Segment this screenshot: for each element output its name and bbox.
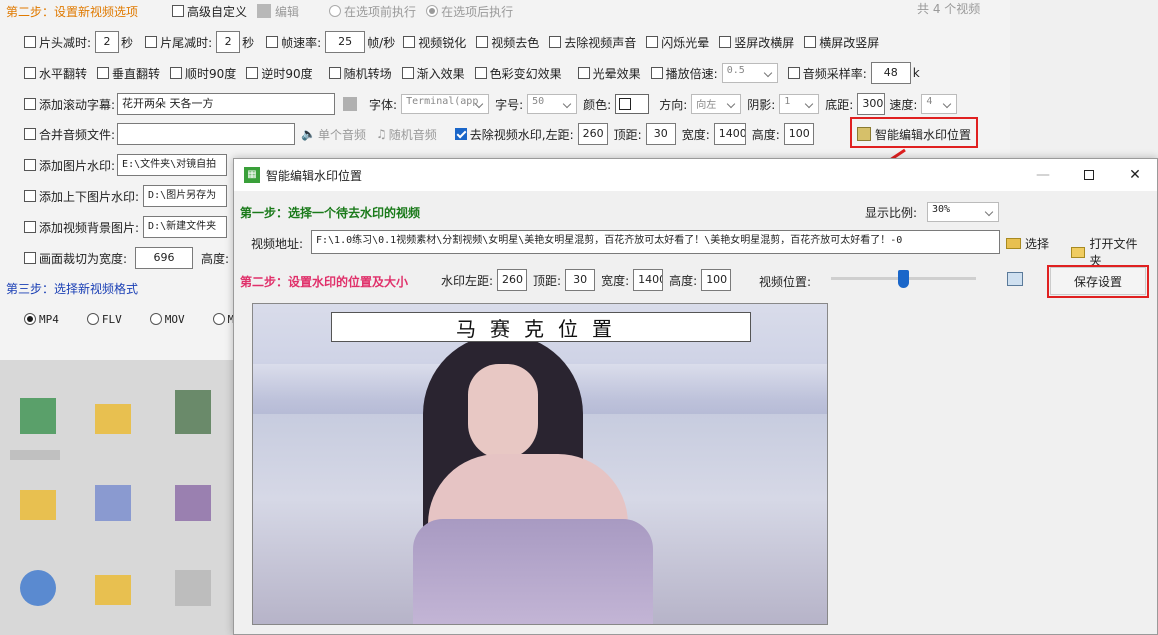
mosaic-position-box[interactable]: 马赛克位置: [331, 312, 751, 342]
smart-watermark-dialog: ▦ 智能编辑水印位置 — ✕ 第一步：选择一个待去水印的视频 显示比例: 30%…: [233, 158, 1158, 635]
close-icon: ✕: [1129, 167, 1141, 183]
dialog-step2-title: 第二步：设置水印的位置及大小: [240, 275, 409, 289]
wm-height-label: 高度:: [669, 273, 698, 288]
screenshot-icon[interactable]: [1007, 272, 1023, 286]
ratio-label: 显示比例:: [865, 206, 918, 220]
dlg-wm-height-input[interactable]: 100: [701, 269, 732, 291]
choose-video-button[interactable]: 选择: [1006, 235, 1049, 252]
video-address-label: 视频地址:: [251, 237, 304, 251]
folder-icon: [1071, 246, 1086, 258]
person-face: [468, 364, 538, 459]
video-position-thumb[interactable]: [898, 270, 909, 288]
ratio-select[interactable]: 30%: [927, 202, 999, 222]
app-logo-icon: ▦: [244, 167, 260, 183]
highlight-box-save: [1047, 265, 1149, 298]
close-button[interactable]: ✕: [1112, 159, 1158, 191]
person-dress: [413, 519, 653, 624]
choose-label: 选择: [1025, 237, 1050, 251]
mosaic-position-text: 马赛克位置: [456, 316, 626, 341]
dlg-wm-width-input[interactable]: 1400: [633, 269, 664, 291]
open-folder-label: 打开文件夹: [1089, 237, 1138, 268]
maximize-button[interactable]: [1066, 159, 1112, 191]
dlg-wm-left-input[interactable]: 260: [497, 269, 528, 291]
video-preview[interactable]: 马赛克位置: [252, 303, 828, 625]
wm-width-label: 宽度:: [601, 273, 630, 288]
maximize-icon: [1084, 170, 1094, 180]
open-folder-button[interactable]: 打开文件夹: [1071, 235, 1147, 269]
dialog-title: 智能编辑水印位置: [266, 168, 363, 183]
wm-left-label: 水印左距:: [441, 273, 494, 288]
video-address-input[interactable]: F:\1.0练习\0.1视频素材\分割视频\女明星\美艳女明星混剪，百花齐放可太…: [311, 230, 1000, 254]
video-position-label: 视频位置:: [759, 275, 812, 289]
minimize-button[interactable]: —: [1020, 159, 1066, 191]
dlg-wm-top-input[interactable]: 30: [565, 269, 596, 291]
wm-top-label: 顶距:: [533, 273, 562, 288]
watermark-params-row: 水印左距: 260 顶距: 30 宽度: 1400 高度: 100: [439, 267, 732, 293]
dialog-step1-title: 第一步：选择一个待去水印的视频: [240, 206, 421, 220]
folder-search-icon: [1006, 238, 1021, 249]
dialog-titlebar: ▦ 智能编辑水印位置 — ✕: [234, 159, 1157, 191]
